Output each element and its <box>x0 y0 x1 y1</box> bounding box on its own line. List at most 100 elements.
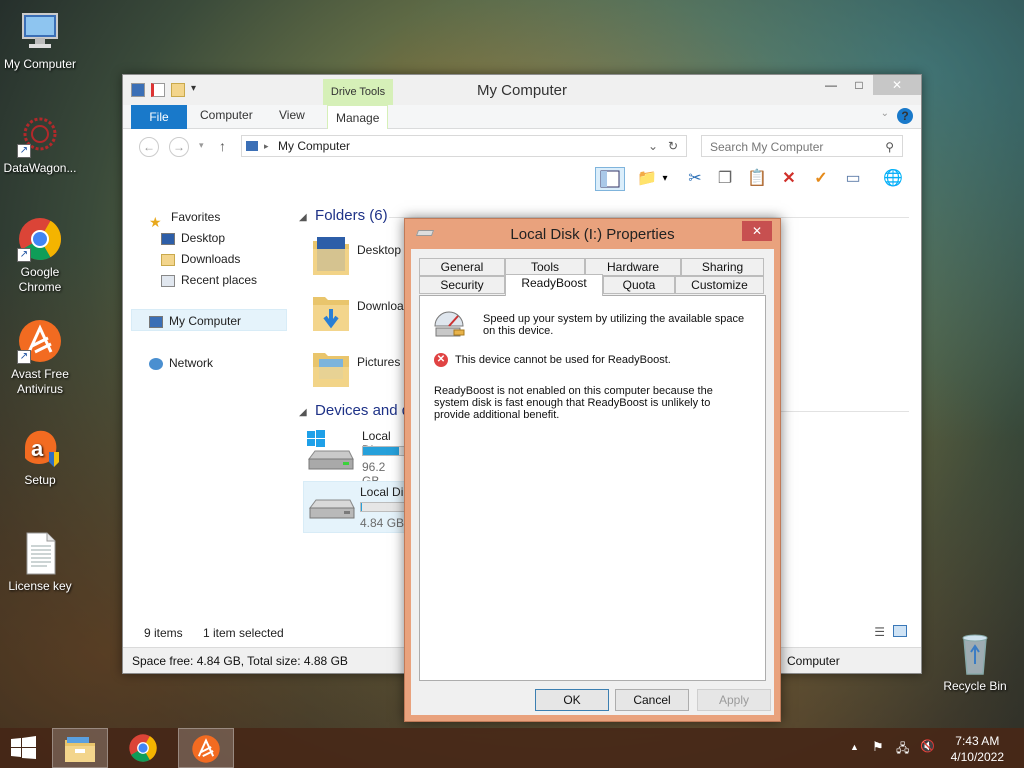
address-dropdown-icon[interactable]: ⌄ <box>648 139 658 153</box>
nav-desktop[interactable]: Desktop <box>161 228 225 248</box>
file-checkmark-icon[interactable]: 📁 <box>635 167 659 191</box>
folder-label[interactable]: Downloa <box>357 299 404 313</box>
desktop-icon-label: Google Chrome <box>18 265 62 294</box>
network-tray-icon[interactable]: 🖧 <box>896 739 909 760</box>
nav-label: Recent places <box>181 273 258 287</box>
error-icon: ✕ <box>434 353 448 367</box>
desktop-icon-label: DataWagon... <box>3 161 77 175</box>
folder-label[interactable]: Pictures <box>357 355 400 369</box>
desktop-icon-setup[interactable]: a Setup <box>0 424 80 488</box>
globe-icon[interactable]: 🌐 <box>881 167 905 191</box>
taskbar-chrome[interactable] <box>116 728 172 768</box>
file-explorer-icon <box>65 737 95 762</box>
dialog-title-bar: Local Disk (I:) Properties ✕ <box>405 219 780 249</box>
windows-drive-icon <box>307 430 354 470</box>
downloads-folder-icon <box>161 253 175 266</box>
selection-count: 1 item selected <box>203 626 284 640</box>
nav-network[interactable]: Network <box>149 353 213 373</box>
desktop-icon-recycle-bin[interactable]: Recycle Bin <box>935 630 1015 694</box>
rename-icon[interactable]: ▭ <box>841 167 865 191</box>
expand-ribbon-icon[interactable]: ⌄ <box>881 108 889 119</box>
taskbar-file-explorer[interactable] <box>52 728 108 768</box>
windows-start-icon[interactable] <box>10 736 38 760</box>
tab-file[interactable]: File <box>131 105 187 129</box>
desktop-icon-chrome[interactable]: ↗ Google Chrome <box>0 216 80 295</box>
desktop-icon-label: Setup <box>24 473 56 487</box>
folder-label[interactable]: Desktop <box>357 243 401 257</box>
tab-manage[interactable]: Manage <box>327 105 389 129</box>
tab-view[interactable]: View <box>279 108 305 122</box>
pictures-folder-icon[interactable] <box>311 345 351 389</box>
details-view-icon[interactable]: ☰ <box>874 625 885 639</box>
window-controls: — □ ✕ <box>817 75 921 95</box>
dropdown-arrow-icon[interactable]: ▾ <box>659 167 671 191</box>
refresh-icon[interactable]: ↻ <box>668 139 678 153</box>
nav-recent-places[interactable]: Recent places <box>161 270 257 290</box>
nav-downloads[interactable]: Downloads <box>161 249 240 269</box>
taskbar-avast[interactable] <box>178 728 234 768</box>
drive-c-tile[interactable]: Local Di 96.2 GB <box>305 429 454 488</box>
action-center-flag-icon[interactable]: ⚑ <box>872 739 884 755</box>
volume-muted-icon[interactable]: 🔇 <box>920 739 935 753</box>
desktop-icon-my-computer[interactable]: My Computer <box>0 8 80 72</box>
preview-pane-icon[interactable] <box>595 167 625 191</box>
close-button[interactable]: ✕ <box>873 75 921 95</box>
folders-group-header[interactable]: ◢ Folders (6) <box>299 207 388 224</box>
group-title: Devices and d <box>315 402 411 419</box>
tab-computer[interactable]: Computer <box>200 108 253 122</box>
shortcut-arrow-icon: ↗ <box>17 350 31 364</box>
address-bar[interactable]: ▸ My Computer ⌄ ↻ <box>241 135 687 157</box>
delete-icon[interactable]: ✕ <box>777 167 801 191</box>
desktop-icon-avast[interactable]: ↗ Avast Free Antivirus <box>0 318 80 397</box>
tab-quota[interactable]: Quota <box>603 276 675 294</box>
desktop-icon-label: Recycle Bin <box>943 679 1007 693</box>
tab-readyboost[interactable]: ReadyBoost <box>505 274 603 296</box>
ok-button[interactable]: OK <box>535 689 609 711</box>
desktop-icon-label: Avast Free Antivirus <box>11 367 69 396</box>
minimize-button[interactable]: — <box>817 75 845 95</box>
downloads-folder-icon[interactable] <box>311 289 351 333</box>
nav-favorites[interactable]: ★ Favorites <box>149 207 221 230</box>
cancel-button[interactable]: Cancel <box>615 689 689 711</box>
properties-dialog: Local Disk (I:) Properties ✕ General Too… <box>404 218 781 722</box>
tab-security[interactable]: Security <box>419 276 505 294</box>
tab-general[interactable]: General <box>419 258 505 276</box>
address-text: My Computer <box>278 139 351 153</box>
desktop-icon-license-key[interactable]: License key <box>0 530 80 594</box>
tab-sharing[interactable]: Sharing <box>681 258 764 276</box>
svg-text:a: a <box>31 436 44 461</box>
search-box[interactable]: Search My Computer ⚲ <box>701 135 903 157</box>
desktop-icon-datawagon[interactable]: ↗ DataWagon... <box>0 112 80 176</box>
shortcut-arrow-icon: ↗ <box>17 144 31 158</box>
back-button[interactable]: ← <box>139 137 159 157</box>
tab-customize[interactable]: Customize <box>675 276 764 294</box>
nav-my-computer[interactable]: My Computer <box>149 311 241 331</box>
paste-icon[interactable]: 📋 <box>745 167 769 191</box>
clock-time: 7:43 AM <box>955 734 1000 748</box>
nav-label: Favorites <box>171 210 221 224</box>
maximize-button[interactable]: □ <box>845 75 873 95</box>
drive-i-tile[interactable]: Local Di 4.84 GB <box>303 481 452 533</box>
readyboost-explanation: ReadyBoost is not enabled on this comput… <box>434 385 713 421</box>
clock[interactable]: 7:43 AM 4/10/2022 <box>951 733 1004 765</box>
search-placeholder: Search My Computer <box>710 140 824 154</box>
chrome-icon: ↗ <box>17 216 63 262</box>
copy-icon[interactable]: ❐ <box>713 167 737 191</box>
help-icon[interactable]: ? <box>897 108 913 124</box>
desktop-folder-icon[interactable] <box>311 233 351 277</box>
apply-button[interactable]: Apply <box>697 689 771 711</box>
show-hidden-icons-icon[interactable]: ▲ <box>850 742 859 752</box>
checkmark-icon[interactable]: ✓ <box>809 167 833 191</box>
cut-icon[interactable]: ✂ <box>683 167 707 191</box>
up-button[interactable]: ↑ <box>219 138 226 154</box>
large-icons-view-icon[interactable] <box>893 625 907 637</box>
devices-group-header[interactable]: ◢ Devices and d <box>299 402 410 419</box>
readyboost-error: This device cannot be used for ReadyBoos… <box>455 354 671 366</box>
shortcut-arrow-icon: ↗ <box>17 248 31 262</box>
dialog-close-button[interactable]: ✕ <box>742 221 772 241</box>
forward-button[interactable]: → <box>169 137 189 157</box>
desktop-icon-label: My Computer <box>3 57 77 71</box>
recent-locations-icon[interactable]: ▾ <box>199 140 204 151</box>
dialog-title: Local Disk (I:) Properties <box>510 226 675 243</box>
system-tray: ▲ ⚑ 🖧 🔇 7:43 AM 4/10/2022 <box>824 728 1024 768</box>
